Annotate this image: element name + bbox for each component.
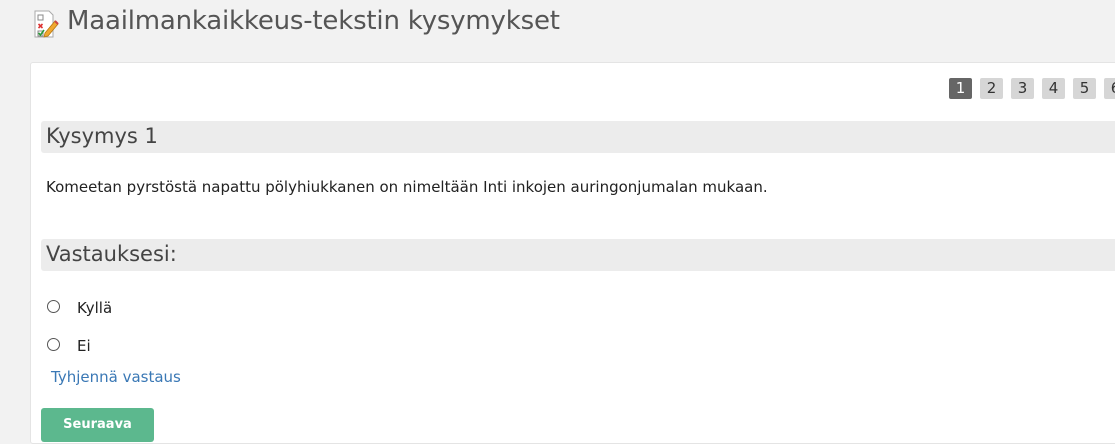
page-button-6[interactable]: 6 [1104,78,1115,99]
answer-option-label: Ei [77,337,91,355]
next-button[interactable]: Seuraava [41,408,154,442]
answer-heading-bar: Vastauksesi: [41,239,1115,271]
page-button-1[interactable]: 1 [949,78,972,99]
pagination: 123456 [949,78,1115,100]
question-text: Komeetan pyrstöstä napattu pölyhiukkanen… [46,178,768,196]
answer-heading: Vastauksesi: [46,242,177,266]
page-title: Maailmankaikkeus-tekstin kysymykset [67,6,560,36]
radio-button[interactable] [47,300,60,313]
question-heading-bar: Kysymys 1 [41,121,1115,153]
page-button-3[interactable]: 3 [1011,78,1034,99]
page-button-5[interactable]: 5 [1073,78,1096,99]
clear-answer-link[interactable]: Tyhjennä vastaus [51,368,181,386]
page-button-4[interactable]: 4 [1042,78,1065,99]
quiz-card: 123456 Kysymys 1 Komeetan pyrstöstä napa… [30,62,1115,444]
question-heading: Kysymys 1 [46,124,158,148]
radio-button[interactable] [47,338,60,351]
page-button-2[interactable]: 2 [980,78,1003,99]
answer-option-label: Kyllä [77,299,113,317]
checklist-edit-icon [34,10,59,38]
